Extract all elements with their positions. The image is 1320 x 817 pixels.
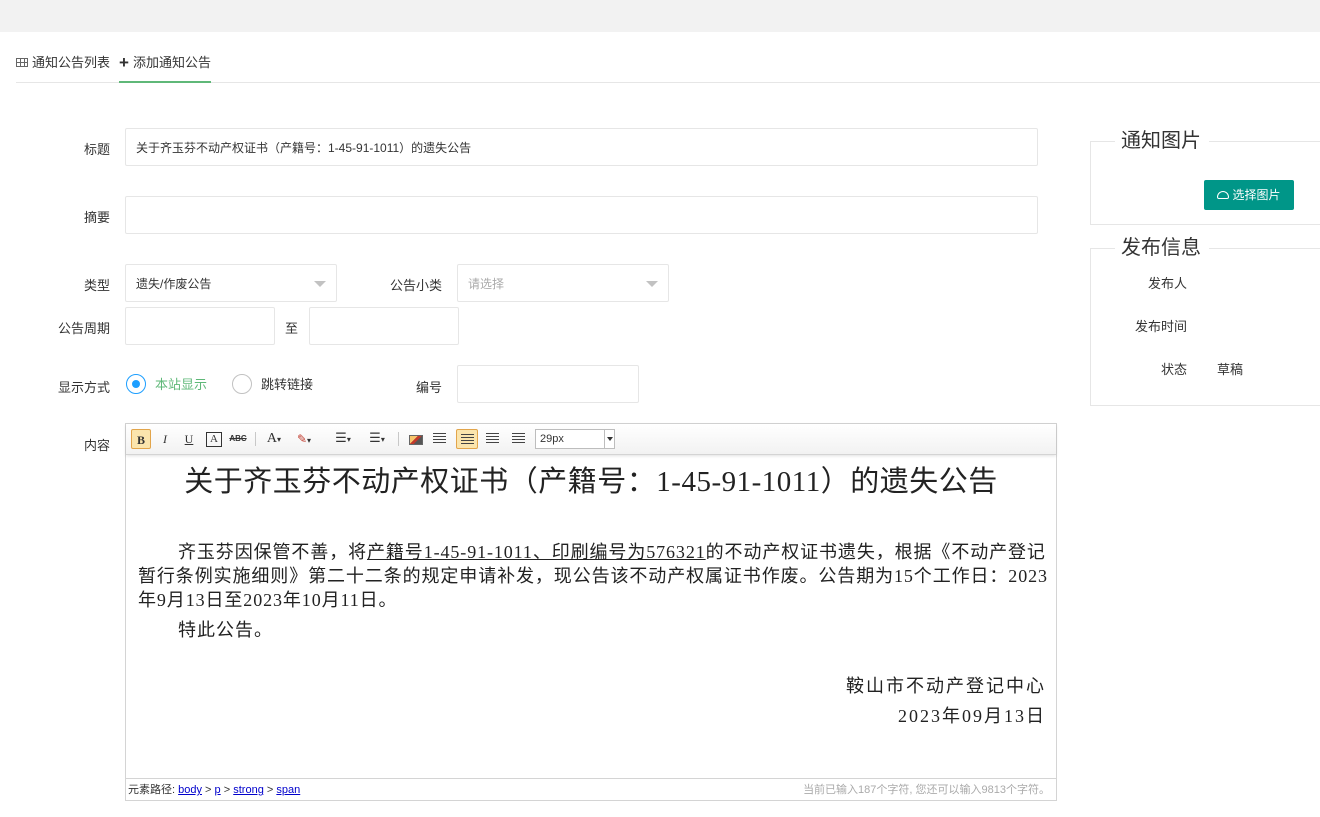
italic-button[interactable]: I <box>156 429 174 449</box>
highlighter-icon: ✎ <box>296 432 308 446</box>
content-label: 内容 <box>83 438 110 453</box>
cloud-upload-icon <box>1217 191 1230 199</box>
align-justify-button[interactable] <box>509 429 529 449</box>
font-size-select[interactable]: 29px <box>535 429 615 449</box>
publish-info-panel: 发布信息 发布人 发布时间 状态 草稿 <box>1090 235 1320 406</box>
period-label: 公告周期 <box>57 321 110 336</box>
chevron-down-icon <box>646 281 658 287</box>
font-color-letter: A <box>266 431 278 446</box>
unordered-list-button[interactable]: ☰▾ <box>364 429 390 449</box>
font-size-value: 29px <box>540 433 564 445</box>
ordered-list-icon: ☰ <box>335 431 347 446</box>
notice-image-panel: 通知图片 选择图片 <box>1090 128 1320 225</box>
number-input[interactable] <box>457 365 639 403</box>
character-count: 当前已输入187个字符, 您还可以输入9813个字符。 <box>803 784 1050 796</box>
chevron-down-icon <box>604 430 614 448</box>
signature-organization: 鞍山市不动产登记中心 <box>846 676 1046 696</box>
publish-info-legend: 发布信息 <box>1115 235 1209 261</box>
highlight-color-button[interactable]: ✎▾ <box>290 429 318 449</box>
align-center-button[interactable] <box>456 429 478 449</box>
type-label: 类型 <box>83 278 110 293</box>
toolbar-separator <box>255 432 256 446</box>
signature-date: 2023年09月13日 <box>898 706 1046 726</box>
path-link-span[interactable]: span <box>276 784 300 796</box>
period-to-label: 至 <box>285 321 299 336</box>
paragraph-text-before: 齐玉芬因保管不善，将 <box>178 542 367 562</box>
status-label: 状态 <box>1160 362 1187 377</box>
path-separator: > <box>266 784 274 796</box>
publish-time-label: 发布时间 <box>1134 319 1187 334</box>
strikethrough-button[interactable]: ABC <box>227 429 249 449</box>
underline-button[interactable]: U <box>180 429 198 449</box>
tab-bar: 通知公告列表 + 添加通知公告 <box>16 50 1320 83</box>
insert-image-button[interactable] <box>407 429 425 449</box>
subtype-label: 公告小类 <box>389 278 442 293</box>
path-link-body[interactable]: body <box>178 784 202 796</box>
editor-content[interactable]: 关于齐玉芬不动产权证书（产籍号：1-45-91-1011）的遗失公告 齐玉芬因保… <box>126 455 1056 778</box>
tab-add-notice[interactable]: + 添加通知公告 <box>119 50 211 83</box>
path-separator: > <box>223 784 231 796</box>
align-justify-icon <box>512 433 525 444</box>
align-center-icon <box>461 434 474 445</box>
radio-unchecked-icon <box>232 374 252 394</box>
dropdown-arrow-icon: ▾ <box>380 435 385 444</box>
path-separator: > <box>205 784 212 796</box>
bold-button[interactable]: B <box>131 429 151 449</box>
radio-checked-icon <box>126 374 146 394</box>
title-input[interactable] <box>125 128 1038 166</box>
dropdown-arrow-icon: ▾ <box>307 436 312 445</box>
element-path-label: 元素路径: <box>128 784 176 796</box>
path-link-p[interactable]: p <box>215 784 221 796</box>
title-label: 标题 <box>83 142 110 157</box>
align-left-icon <box>433 433 446 444</box>
table-icon <box>16 58 28 68</box>
document-title: 关于齐玉芬不动产权证书（产籍号：1-45-91-1011）的遗失公告 <box>184 466 998 498</box>
status-value: 草稿 <box>1217 362 1244 377</box>
document-closing: 特此公告。 <box>178 620 273 640</box>
type-select[interactable]: 遗失/作废公告 <box>125 264 337 302</box>
tab-notice-list[interactable]: 通知公告列表 <box>16 50 110 83</box>
path-link-strong[interactable]: strong <box>233 784 264 796</box>
font-border-button[interactable]: A <box>206 432 222 447</box>
subtype-select-placeholder: 请选择 <box>468 277 505 291</box>
tab-notice-list-label: 通知公告列表 <box>32 55 111 70</box>
radio-jump-link-label: 跳转链接 <box>261 377 314 392</box>
image-icon <box>409 435 423 446</box>
notice-image-legend: 通知图片 <box>1115 128 1209 154</box>
tab-add-notice-label: 添加通知公告 <box>132 55 211 70</box>
top-bar <box>0 0 1320 32</box>
period-start-input[interactable] <box>125 307 275 345</box>
align-right-icon <box>486 433 499 444</box>
radio-site-display[interactable]: 本站显示 <box>126 374 226 396</box>
publisher-label: 发布人 <box>1147 276 1187 291</box>
radio-site-display-label: 本站显示 <box>155 377 208 392</box>
chevron-down-icon <box>314 281 326 287</box>
align-right-button[interactable] <box>483 429 503 449</box>
choose-image-button[interactable]: 选择图片 <box>1204 180 1294 210</box>
document-paragraph: 齐玉芬因保管不善，将产籍号1-45-91-1011、印刷编号为576321的不动… <box>138 540 1048 612</box>
type-select-value: 遗失/作废公告 <box>136 277 212 291</box>
ordered-list-button[interactable]: ☰▾ <box>330 429 356 449</box>
radio-jump-link[interactable]: 跳转链接 <box>232 374 332 396</box>
number-label: 编号 <box>415 380 442 395</box>
font-color-button[interactable]: A▾ <box>262 429 286 449</box>
dropdown-arrow-icon: ▾ <box>277 435 282 444</box>
subtype-select[interactable]: 请选择 <box>457 264 669 302</box>
display-mode-label: 显示方式 <box>57 380 110 395</box>
paragraph-underlined-text: 产籍号1-45-91-1011、印刷编号为576321 <box>367 542 706 562</box>
align-left-button[interactable] <box>430 429 450 449</box>
rich-text-editor[interactable]: B I U A ABC A▾ ✎▾ ☰▾ ☰▾ 29px 关于齐玉芬不动产权证书… <box>125 423 1057 801</box>
plus-icon: + <box>119 52 129 72</box>
summary-input[interactable] <box>125 196 1038 234</box>
editor-status-bar: 元素路径: body > p > strong > span 当前已输入187个… <box>126 778 1056 800</box>
choose-image-label: 选择图片 <box>1232 188 1281 202</box>
summary-label: 摘要 <box>83 210 110 225</box>
period-end-input[interactable] <box>309 307 459 345</box>
dropdown-arrow-icon: ▾ <box>346 435 351 444</box>
toolbar-separator <box>398 432 399 446</box>
unordered-list-icon: ☰ <box>369 431 381 446</box>
editor-toolbar: B I U A ABC A▾ ✎▾ ☰▾ ☰▾ 29px <box>126 424 1056 455</box>
